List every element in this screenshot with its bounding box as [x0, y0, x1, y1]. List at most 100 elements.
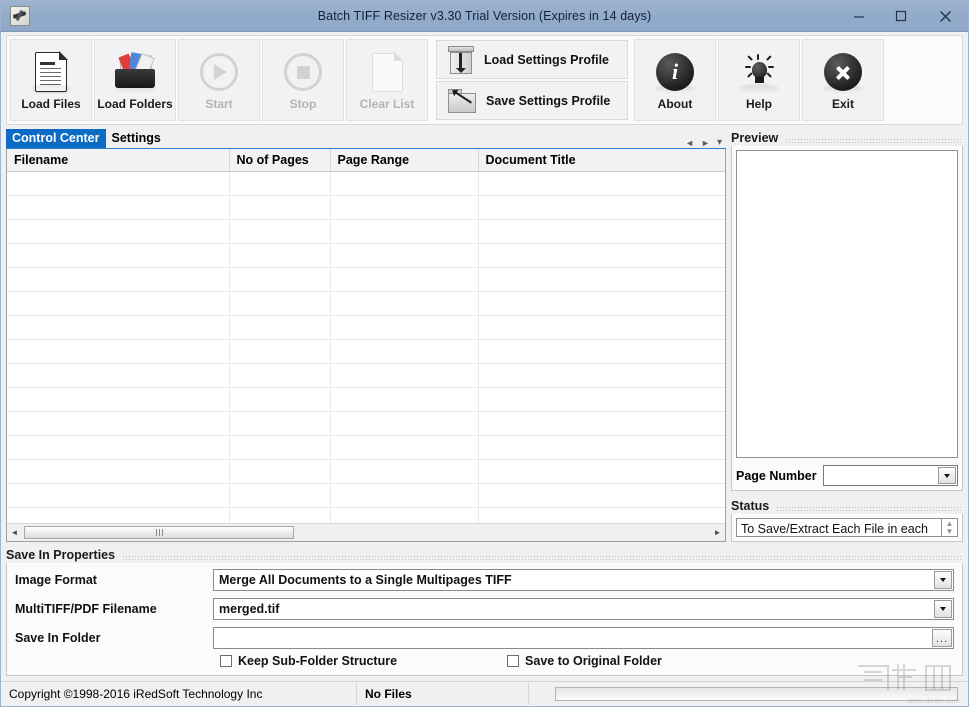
image-format-combo[interactable]: Merge All Documents to a Single Multipag…	[213, 569, 954, 591]
table-row[interactable]	[7, 291, 725, 316]
about-button[interactable]: i About	[634, 39, 716, 121]
preview-image-area[interactable]	[736, 150, 958, 458]
load-files-button[interactable]: Load Files	[10, 39, 92, 121]
window-controls	[838, 1, 968, 31]
load-bin-icon	[448, 45, 474, 74]
minimize-icon[interactable]	[838, 1, 880, 31]
table-row[interactable]	[7, 195, 725, 220]
icon-reflection	[31, 84, 71, 94]
status-vertical-scrollbar[interactable]: ▲ ▼	[942, 518, 958, 537]
status-group-header: Status	[731, 497, 963, 514]
about-label: About	[657, 97, 693, 111]
scroll-down-icon[interactable]: ▼	[946, 528, 954, 536]
header-rule	[785, 137, 963, 143]
save-in-properties-header: Save In Properties	[6, 546, 963, 563]
grid-horizontal-scrollbar[interactable]: ◄ ►	[7, 523, 725, 541]
multitiff-filename-label: MultiTIFF/PDF Filename	[15, 602, 157, 616]
scroll-left-icon[interactable]: ◄	[7, 525, 22, 540]
tab-settings[interactable]: Settings	[105, 129, 167, 148]
keep-subfolder-structure-label: Keep Sub-Folder Structure	[238, 654, 398, 668]
start-button[interactable]: Start	[178, 39, 260, 121]
browse-folder-button[interactable]: ...	[932, 629, 952, 647]
table-row[interactable]	[7, 387, 725, 412]
tab-prev-icon[interactable]: ◄	[685, 138, 694, 148]
chevron-down-icon[interactable]	[938, 467, 956, 484]
right-pane: Preview Page Number Status To Save/Extra…	[731, 129, 963, 542]
stop-button[interactable]: Stop	[262, 39, 344, 121]
maximize-icon[interactable]	[880, 1, 922, 31]
checkbox-box[interactable]	[220, 655, 232, 667]
page-number-combo[interactable]	[822, 465, 958, 486]
help-button[interactable]: Help	[718, 39, 800, 121]
scroll-track[interactable]	[22, 525, 710, 540]
app-icon	[10, 6, 30, 26]
load-folders-label: Load Folders	[97, 97, 173, 111]
save-in-folder-label: Save In Folder	[15, 631, 101, 645]
save-in-folder-row: Save In Folder ...	[15, 627, 954, 649]
column-header-no-of-pages[interactable]: No of Pages	[229, 149, 331, 172]
tab-strip: Control Center Settings ◄ ► ▾	[6, 129, 726, 148]
table-row[interactable]	[7, 315, 725, 340]
file-table: Filename No of Pages Page Range Document…	[7, 149, 725, 523]
tab-next-icon[interactable]: ►	[701, 138, 710, 148]
table-row[interactable]	[7, 219, 725, 244]
table-header-row: Filename No of Pages Page Range Document…	[7, 149, 725, 172]
close-icon[interactable]	[922, 1, 968, 31]
exit-button[interactable]: Exit	[802, 39, 884, 121]
save-in-folder-input[interactable]: ...	[213, 627, 954, 649]
title-bar: Batch TIFF Resizer v3.30 Trial Version (…	[1, 1, 968, 32]
scroll-thumb[interactable]	[24, 526, 294, 539]
table-row[interactable]	[7, 435, 725, 460]
table-row[interactable]	[7, 459, 725, 484]
tab-control-center[interactable]: Control Center	[6, 129, 106, 148]
preview-group: Preview Page Number	[731, 129, 963, 491]
load-folders-button[interactable]: Load Folders	[94, 39, 176, 121]
table-row[interactable]	[7, 411, 725, 436]
stop-circle-icon	[284, 49, 322, 95]
image-format-row: Image Format Merge All Documents to a Si…	[15, 569, 954, 591]
main-toolbar: Load Files Load Folders Start Stop Clear…	[6, 35, 963, 125]
icon-reflection	[115, 84, 155, 94]
save-in-properties-title: Save In Properties	[6, 547, 116, 562]
table-row[interactable]	[7, 267, 725, 292]
scroll-right-icon[interactable]: ►	[710, 525, 725, 540]
save-in-properties-group: Save In Properties Image Format Merge Al…	[6, 546, 963, 676]
checkbox-box[interactable]	[507, 655, 520, 667]
window-title: Batch TIFF Resizer v3.30 Trial Version (…	[317, 9, 652, 23]
save-to-original-folder-label: Save to Original Folder	[525, 654, 662, 668]
multitiff-filename-combo[interactable]: merged.tif	[213, 598, 954, 620]
settings-profile-group: Load Settings Profile Save Settings Prof…	[436, 39, 628, 121]
table-row[interactable]	[7, 363, 725, 388]
save-to-original-folder-checkbox[interactable]: Save to Original Folder	[507, 654, 662, 668]
save-settings-profile-label: Save Settings Profile	[486, 93, 611, 108]
progress-bar	[555, 687, 958, 701]
chevron-down-icon[interactable]	[934, 600, 952, 618]
exit-label: Exit	[831, 97, 854, 111]
table-row[interactable]	[7, 483, 725, 508]
column-header-filename[interactable]: Filename	[7, 149, 230, 172]
load-settings-profile-button[interactable]: Load Settings Profile	[436, 40, 628, 79]
save-folder-pen-icon	[448, 88, 476, 113]
table-row[interactable]	[7, 171, 725, 196]
image-format-label: Image Format	[15, 573, 97, 587]
header-rule	[776, 505, 963, 511]
help-label: Help	[745, 97, 772, 111]
status-message: To Save/Extract Each File in each row to…	[736, 518, 942, 537]
tab-list-icon[interactable]: ▾	[717, 138, 722, 148]
table-row[interactable]	[7, 243, 725, 268]
column-header-document-title[interactable]: Document Title	[478, 149, 725, 172]
clear-list-button[interactable]: Clear List	[346, 39, 428, 121]
preview-group-header: Preview	[731, 129, 963, 146]
table-row[interactable]	[7, 339, 725, 364]
status-title: Status	[731, 498, 770, 513]
clear-list-label: Clear List	[359, 97, 415, 111]
start-label: Start	[205, 97, 233, 111]
column-header-page-range[interactable]: Page Range	[330, 149, 479, 172]
status-message-box: To Save/Extract Each File in each row to…	[736, 518, 958, 537]
table-row[interactable]	[7, 507, 725, 523]
file-grid[interactable]: Filename No of Pages Page Range Document…	[7, 149, 725, 523]
tab-navigation: ◄ ► ▾	[685, 138, 726, 148]
save-settings-profile-button[interactable]: Save Settings Profile	[436, 81, 628, 120]
keep-subfolder-structure-checkbox[interactable]: Keep Sub-Folder Structure	[220, 654, 397, 668]
chevron-down-icon[interactable]	[934, 571, 952, 589]
